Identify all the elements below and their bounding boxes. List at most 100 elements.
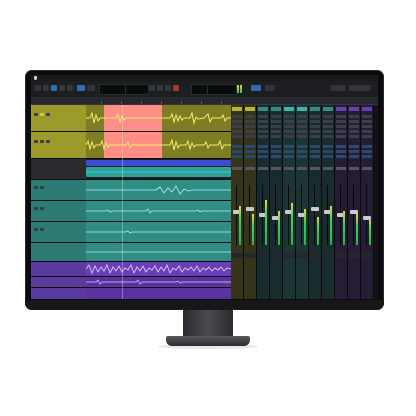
insert-slot[interactable] [245, 135, 255, 138]
pan-knob[interactable] [336, 167, 346, 170]
send-slot[interactable] [232, 150, 242, 153]
insert-slot[interactable] [336, 120, 346, 123]
channel-name-plate[interactable] [271, 253, 281, 258]
grabber-tool-button[interactable] [59, 85, 65, 91]
channel-name-plate[interactable] [310, 253, 320, 258]
send-slot[interactable] [284, 155, 294, 158]
track-lane[interactable] [86, 105, 231, 132]
send-slot[interactable] [232, 145, 242, 148]
send-slot[interactable] [323, 145, 333, 148]
track-header[interactable] [31, 132, 86, 159]
insert-slot[interactable] [323, 135, 333, 138]
insert-slot[interactable] [349, 125, 359, 128]
insert-slot[interactable] [245, 120, 255, 123]
send-slot[interactable] [271, 150, 281, 153]
insert-slot[interactable] [232, 135, 242, 138]
track-header[interactable] [31, 243, 86, 262]
pan-knob[interactable] [362, 167, 372, 170]
trim-tool-button[interactable] [43, 85, 49, 91]
insert-slot[interactable] [310, 115, 320, 118]
selection-counter[interactable] [207, 84, 237, 95]
insert-slot[interactable] [258, 130, 268, 133]
track-lane[interactable] [86, 222, 231, 243]
pan-knob[interactable] [284, 167, 294, 170]
nudge-button[interactable] [87, 85, 95, 91]
send-slot[interactable] [362, 145, 372, 148]
send-slot[interactable] [310, 155, 320, 158]
insert-slot[interactable] [362, 115, 372, 118]
channel-name-plate[interactable] [258, 253, 268, 258]
timeline-ruler[interactable] [31, 98, 378, 105]
track-lane[interactable] [86, 201, 231, 222]
insert-slot[interactable] [362, 130, 372, 133]
send-slot[interactable] [362, 150, 372, 153]
track-lane[interactable] [86, 262, 231, 277]
insert-slot[interactable] [284, 130, 294, 133]
pan-knob[interactable] [271, 167, 281, 170]
insert-slot[interactable] [232, 115, 242, 118]
insert-slot[interactable] [349, 120, 359, 123]
insert-slot[interactable] [310, 125, 320, 128]
insert-slot[interactable] [297, 120, 307, 123]
meter-field[interactable] [349, 85, 371, 91]
pan-knob[interactable] [349, 167, 359, 170]
pan-knob[interactable] [323, 167, 333, 170]
insert-slot[interactable] [349, 130, 359, 133]
insert-slot[interactable] [271, 115, 281, 118]
insert-slot[interactable] [271, 130, 281, 133]
channel-name-plate[interactable] [362, 253, 372, 258]
volume-fader[interactable] [246, 207, 254, 212]
track-lane[interactable] [86, 180, 231, 201]
edit-window[interactable] [86, 105, 231, 299]
insert-slot[interactable] [297, 125, 307, 128]
insert-slot[interactable] [258, 125, 268, 128]
channel-name-plate[interactable] [323, 253, 333, 258]
insert-slot[interactable] [284, 135, 294, 138]
insert-slot[interactable] [245, 115, 255, 118]
insert-slot[interactable] [271, 120, 281, 123]
send-slot[interactable] [336, 155, 346, 158]
track-lane[interactable] [86, 243, 231, 262]
send-slot[interactable] [297, 150, 307, 153]
track-header[interactable] [31, 201, 86, 222]
insert-slot[interactable] [271, 135, 281, 138]
insert-slot[interactable] [310, 130, 320, 133]
pan-knob[interactable] [297, 167, 307, 170]
send-slot[interactable] [310, 150, 320, 153]
mute-button[interactable] [46, 113, 50, 116]
track-header[interactable] [31, 277, 86, 288]
insert-slot[interactable] [349, 115, 359, 118]
insert-slot[interactable] [258, 135, 268, 138]
insert-slot[interactable] [258, 115, 268, 118]
loop-button[interactable] [251, 85, 261, 91]
record-enable-button[interactable] [34, 113, 38, 116]
send-slot[interactable] [349, 155, 359, 158]
pan-knob[interactable] [232, 167, 242, 170]
insert-slot[interactable] [323, 120, 333, 123]
track-header[interactable] [31, 159, 86, 180]
selector-tool-button[interactable] [51, 85, 57, 91]
send-slot[interactable] [349, 145, 359, 148]
insert-slot[interactable] [362, 125, 372, 128]
insert-slot[interactable] [297, 135, 307, 138]
send-slot[interactable] [245, 150, 255, 153]
play-button[interactable] [157, 85, 163, 91]
send-slot[interactable] [310, 145, 320, 148]
zoom-button[interactable] [35, 85, 41, 91]
insert-slot[interactable] [245, 125, 255, 128]
send-slot[interactable] [336, 145, 346, 148]
region-clip[interactable] [86, 167, 231, 177]
insert-slot[interactable] [232, 130, 242, 133]
channel-name-plate[interactable] [349, 253, 359, 258]
insert-slot[interactable] [336, 135, 346, 138]
pencil-tool-button[interactable] [67, 85, 73, 91]
track-header[interactable] [31, 288, 86, 299]
send-slot[interactable] [284, 150, 294, 153]
solo-button[interactable] [40, 228, 44, 231]
insert-slot[interactable] [336, 115, 346, 118]
send-slot[interactable] [271, 145, 281, 148]
pan-knob[interactable] [310, 167, 320, 170]
send-slot[interactable] [362, 155, 372, 158]
pan-knob[interactable] [245, 167, 255, 170]
apple-icon[interactable] [34, 76, 37, 80]
